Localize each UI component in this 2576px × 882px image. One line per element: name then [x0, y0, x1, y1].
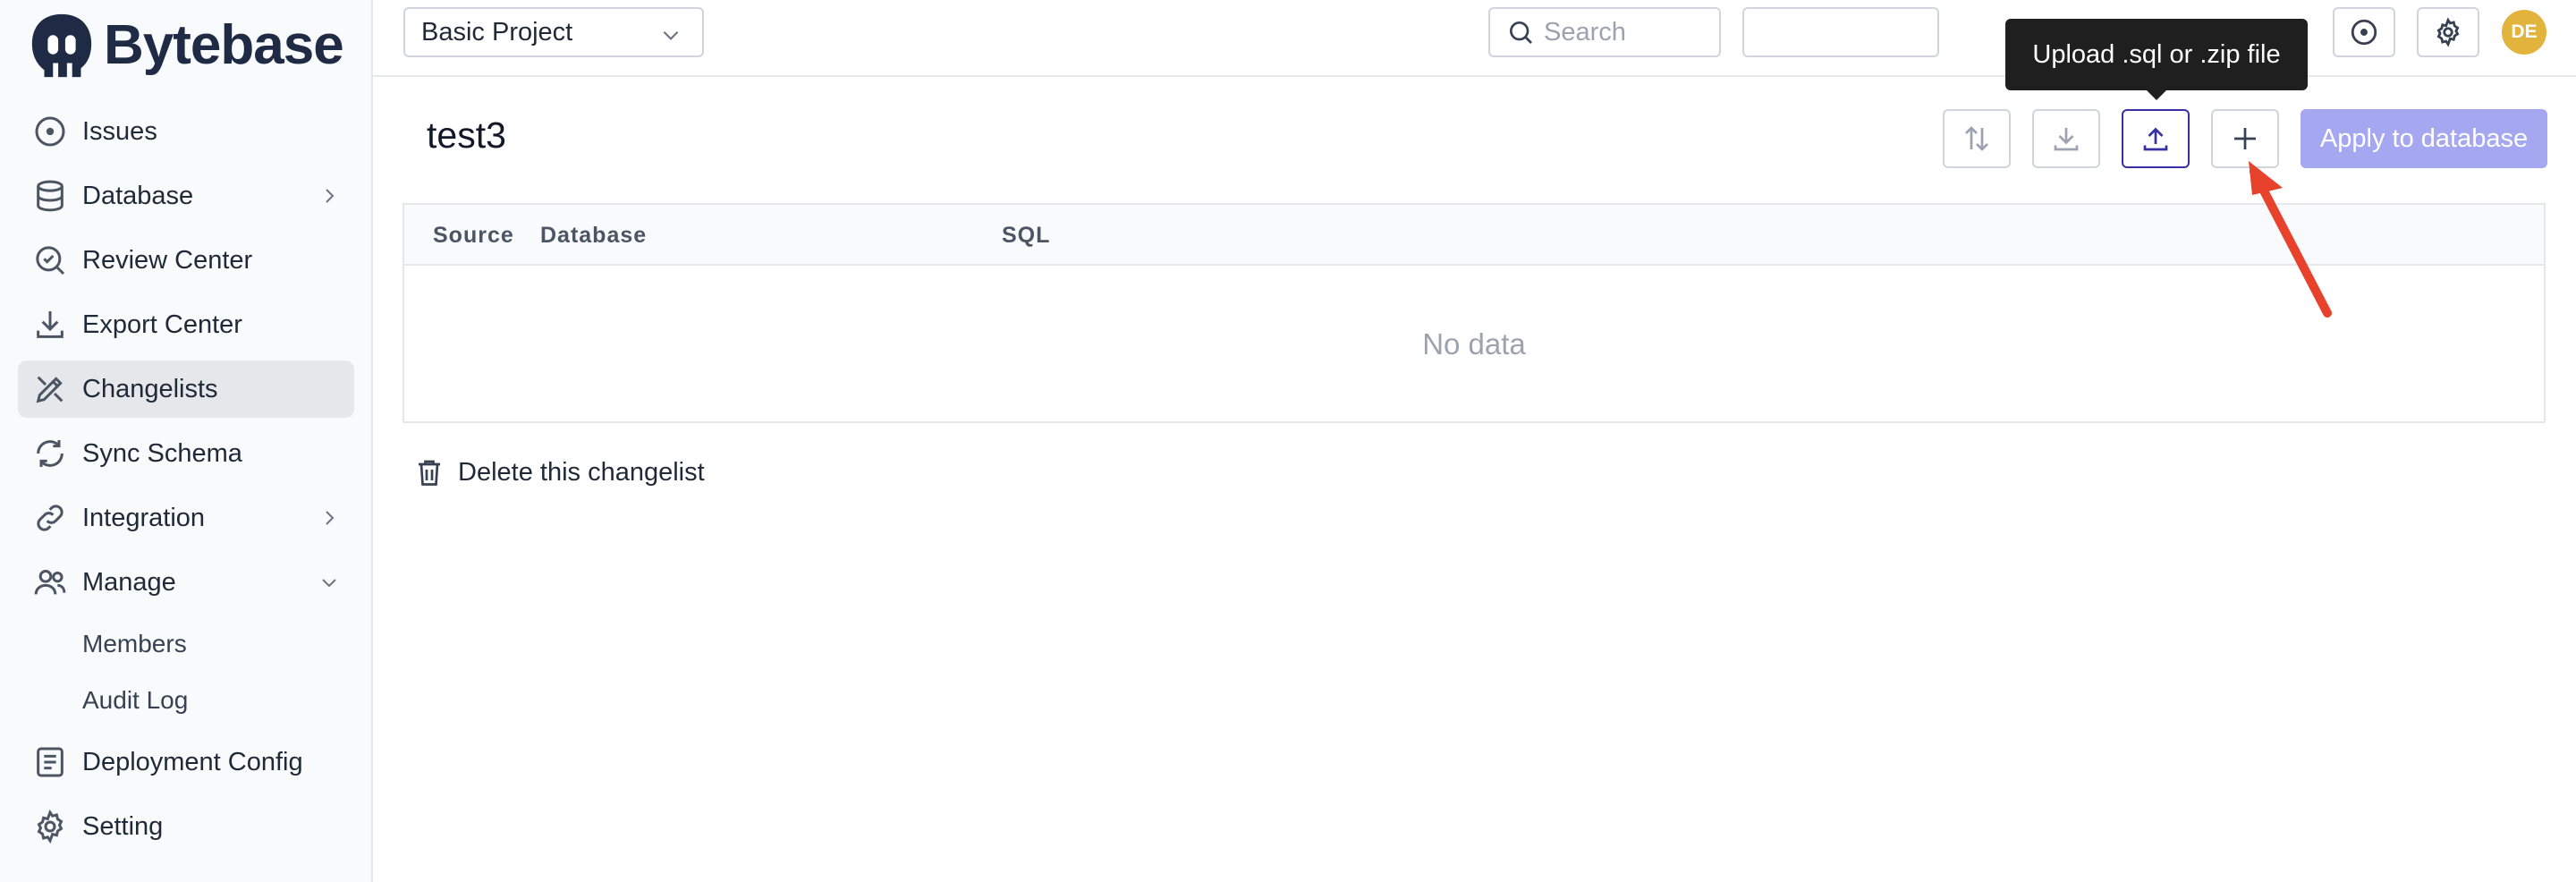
sidebar-item-label: Sync Schema: [82, 438, 242, 468]
plus-icon: [2234, 128, 2256, 149]
sidebar-item-sync-schema[interactable]: Sync Schema: [18, 425, 354, 482]
column-header-source: Source: [433, 223, 514, 248]
search-placeholder: Search: [1544, 17, 1626, 47]
upload-tooltip: Upload .sql or .zip file: [2005, 19, 2308, 90]
search-icon: [1510, 21, 1532, 44]
sidebar-item-label: Setting: [82, 811, 164, 841]
upload-icon: [2143, 127, 2168, 151]
issues-icon: [32, 114, 68, 149]
sidebar-item-export-center[interactable]: Export Center: [18, 296, 354, 353]
sidebar-item-manage[interactable]: Manage: [18, 554, 354, 611]
sidebar-item-integration[interactable]: Integration: [18, 489, 354, 547]
database-icon: [32, 178, 68, 214]
sidebar-item-issues[interactable]: Issues: [18, 103, 354, 160]
sidebar-item-changelists[interactable]: Changelists: [18, 360, 354, 418]
help-icon: [2351, 19, 2377, 46]
topbar-button[interactable]: [1742, 7, 1939, 57]
sidebar-item-deployment-config[interactable]: Deployment Config: [18, 734, 354, 791]
sidebar-item-label: Issues: [82, 116, 157, 146]
changelist-icon: [32, 371, 68, 407]
sidebar-subitem-audit-log[interactable]: Audit Log: [18, 675, 354, 725]
sidebar-item-review-center[interactable]: Review Center: [18, 232, 354, 289]
download-button[interactable]: [2032, 109, 2100, 168]
sidebar-item-label: Deployment Config: [82, 747, 303, 776]
sort-icon: [1965, 126, 1988, 151]
config-icon: [32, 744, 68, 780]
gear-icon: [32, 809, 68, 844]
bytebase-logo[interactable]: Bytebase: [27, 11, 344, 81]
column-header-sql: SQL: [1002, 223, 1051, 248]
trash-icon: [419, 460, 440, 486]
sidebar: Bytebase Issues Database Review Center E…: [0, 0, 373, 882]
settings-button[interactable]: [2417, 7, 2479, 57]
sidebar-item-label: Export Center: [82, 310, 242, 339]
sidebar-item-database[interactable]: Database: [18, 167, 354, 225]
annotation-arrow-icon: [2249, 161, 2332, 318]
search-input[interactable]: Search: [1488, 7, 1721, 57]
download-icon: [2054, 128, 2079, 151]
sidebar-item-label: Integration: [82, 503, 206, 532]
project-select[interactable]: Basic Project: [403, 7, 704, 57]
chevron-right-icon: [318, 185, 340, 207]
chevron-right-icon: [318, 507, 340, 529]
avatar[interactable]: DE: [2502, 10, 2546, 55]
help-button[interactable]: [2333, 7, 2395, 57]
sidebar-item-setting[interactable]: Setting: [18, 798, 354, 855]
tooltip-arrow: [2146, 89, 2167, 100]
review-icon: [32, 242, 68, 278]
empty-state: No data: [1422, 327, 1526, 360]
upload-button[interactable]: [2122, 109, 2190, 168]
users-icon: [32, 564, 68, 600]
sidebar-item-label: Database: [82, 181, 194, 210]
reorder-button[interactable]: [1943, 109, 2011, 168]
sync-icon: [32, 436, 68, 471]
sidebar-item-label: Manage: [82, 567, 176, 597]
sidebar-item-label: Review Center: [82, 245, 253, 275]
brand-name: Bytebase: [104, 14, 344, 76]
sidebar-item-label: Changelists: [82, 374, 218, 403]
link-icon: [32, 500, 68, 536]
changes-table: Source Database SQL No data: [402, 203, 2546, 423]
bytebase-logo-icon: [31, 13, 92, 78]
sidebar-subitem-members[interactable]: Members: [18, 619, 354, 669]
delete-changelist-button[interactable]: Delete this changelist: [413, 456, 705, 488]
column-header-database: Database: [540, 223, 648, 248]
gear-icon: [2436, 17, 2460, 47]
delete-changelist-label: Delete this changelist: [458, 457, 705, 487]
export-icon: [32, 307, 68, 343]
page-title: test3: [427, 114, 506, 156]
chevron-down-icon: [318, 572, 340, 593]
chevron-down-icon: [663, 30, 679, 40]
project-select-value: Basic Project: [421, 17, 573, 47]
table-header: Source Database SQL: [404, 205, 2544, 266]
